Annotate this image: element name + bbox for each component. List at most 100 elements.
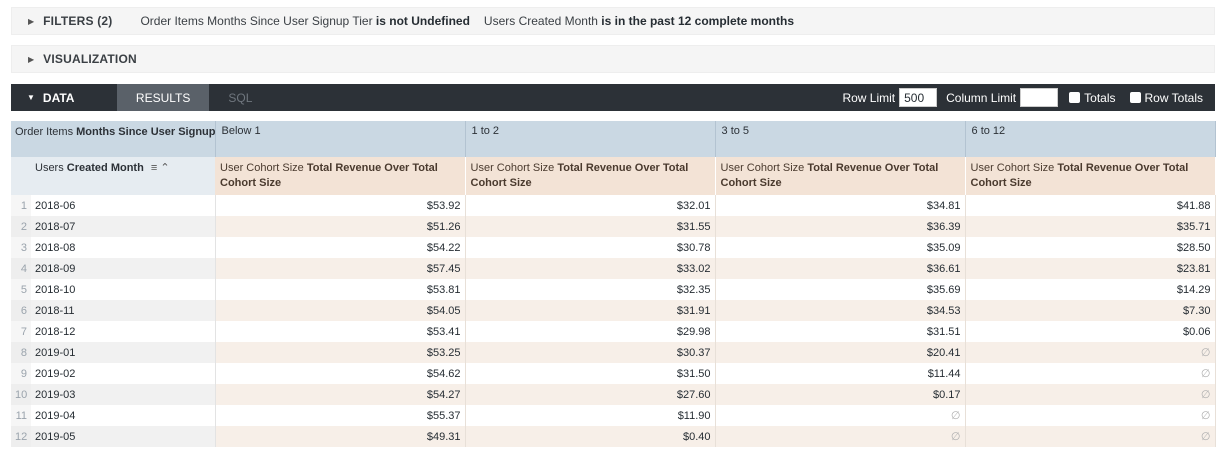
null-cell[interactable]: ∅ <box>965 384 1216 405</box>
created-month-cell[interactable]: 2018-10 <box>31 279 216 300</box>
filters-panel[interactable]: ▶ FILTERS (2) Order Items Months Since U… <box>11 7 1215 35</box>
tab-sql[interactable]: SQL <box>209 84 271 111</box>
row-number: 7 <box>11 321 31 342</box>
created-month-cell[interactable]: 2018-07 <box>31 216 216 237</box>
table-row: 6 2018-11 $54.05 $31.91 $34.53 $7.30 <box>11 300 1216 321</box>
revenue-cell[interactable]: $7.30 <box>965 300 1216 321</box>
revenue-cell[interactable]: $54.27 <box>215 384 466 405</box>
revenue-cell[interactable]: $53.25 <box>215 342 466 363</box>
measure-header[interactable]: User Cohort Size Total Revenue Over Tota… <box>465 157 716 195</box>
revenue-cell[interactable]: $34.53 <box>715 300 966 321</box>
totals-checkbox[interactable] <box>1069 92 1081 103</box>
revenue-cell[interactable]: $54.22 <box>215 237 466 258</box>
null-cell[interactable]: ∅ <box>965 363 1216 384</box>
revenue-cell[interactable]: $30.78 <box>465 237 716 258</box>
null-cell[interactable]: ∅ <box>965 342 1216 363</box>
revenue-cell[interactable]: $33.02 <box>465 258 716 279</box>
revenue-cell[interactable]: $34.81 <box>715 195 966 216</box>
table-row: 8 2019-01 $53.25 $30.37 $20.41 ∅ <box>11 342 1216 363</box>
null-cell[interactable]: ∅ <box>965 426 1216 447</box>
caret-right-icon[interactable]: ▶ <box>28 17 34 26</box>
revenue-cell[interactable]: $14.29 <box>965 279 1216 300</box>
revenue-cell[interactable]: $55.37 <box>215 405 466 426</box>
revenue-cell[interactable]: $35.69 <box>715 279 966 300</box>
row-totals-checkbox[interactable] <box>1129 92 1141 103</box>
measure-header[interactable]: User Cohort Size Total Revenue Over Tota… <box>215 157 466 195</box>
revenue-cell[interactable]: $31.91 <box>465 300 716 321</box>
caret-right-icon[interactable]: ▶ <box>28 55 34 64</box>
revenue-cell[interactable]: $35.71 <box>965 216 1216 237</box>
pivot-value[interactable]: 1 to 2 <box>465 121 716 157</box>
visualization-title[interactable]: VISUALIZATION <box>43 52 137 66</box>
row-number-header <box>11 157 31 195</box>
null-cell[interactable]: ∅ <box>715 426 966 447</box>
revenue-cell[interactable]: $36.39 <box>715 216 966 237</box>
created-month-cell[interactable]: 2018-09 <box>31 258 216 279</box>
revenue-cell[interactable]: $32.01 <box>465 195 716 216</box>
revenue-cell[interactable]: $0.06 <box>965 321 1216 342</box>
pivot-label-prefix: Order Items <box>15 126 74 138</box>
pivot-value[interactable]: Below 1 <box>215 121 466 157</box>
row-limit-label: Row Limit <box>842 90 896 105</box>
dimension-header[interactable]: Users Created Month ≡ ⌃ <box>31 157 216 195</box>
revenue-cell[interactable]: $57.45 <box>215 258 466 279</box>
created-month-cell[interactable]: 2019-04 <box>31 405 216 426</box>
revenue-cell[interactable]: $29.98 <box>465 321 716 342</box>
sort-icon[interactable]: ≡ ⌃ <box>151 162 170 174</box>
data-title[interactable]: DATA <box>43 91 117 105</box>
revenue-cell[interactable]: $31.55 <box>465 216 716 237</box>
revenue-cell[interactable]: $23.81 <box>965 258 1216 279</box>
measure-header[interactable]: User Cohort Size Total Revenue Over Tota… <box>715 157 966 195</box>
revenue-cell[interactable]: $0.17 <box>715 384 966 405</box>
tab-results[interactable]: RESULTS <box>116 84 210 111</box>
created-month-cell[interactable]: 2018-11 <box>31 300 216 321</box>
revenue-cell[interactable]: $49.31 <box>215 426 466 447</box>
pivot-label[interactable]: Order Items Months Since User Signup Tie… <box>11 121 216 157</box>
column-limit-input[interactable] <box>1020 88 1059 107</box>
visualization-panel[interactable]: ▶ VISUALIZATION <box>11 45 1215 73</box>
revenue-cell[interactable]: $53.81 <box>215 279 466 300</box>
revenue-cell[interactable]: $11.90 <box>465 405 716 426</box>
pivot-value[interactable]: 3 to 5 <box>715 121 966 157</box>
filter-summary-2: Users Created Month is in the past 12 co… <box>484 14 794 28</box>
revenue-cell[interactable]: $11.44 <box>715 363 966 384</box>
revenue-cell[interactable]: $41.88 <box>965 195 1216 216</box>
revenue-cell[interactable]: $51.26 <box>215 216 466 237</box>
created-month-cell[interactable]: 2018-08 <box>31 237 216 258</box>
revenue-cell[interactable]: $28.50 <box>965 237 1216 258</box>
revenue-cell[interactable]: $54.05 <box>215 300 466 321</box>
filters-title[interactable]: FILTERS (2) <box>43 14 112 28</box>
revenue-cell[interactable]: $53.92 <box>215 195 466 216</box>
revenue-cell[interactable]: $30.37 <box>465 342 716 363</box>
created-month-cell[interactable]: 2019-05 <box>31 426 216 447</box>
table-row: 2 2018-07 $51.26 $31.55 $36.39 $35.71 <box>11 216 1216 237</box>
caret-down-icon[interactable]: ▼ <box>27 93 35 102</box>
revenue-cell[interactable]: $0.40 <box>465 426 716 447</box>
revenue-cell[interactable]: $36.61 <box>715 258 966 279</box>
created-month-cell[interactable]: 2019-02 <box>31 363 216 384</box>
row-totals-label[interactable]: Row Totals <box>1145 91 1203 105</box>
revenue-cell[interactable]: $31.50 <box>465 363 716 384</box>
revenue-cell[interactable]: $54.62 <box>215 363 466 384</box>
created-month-cell[interactable]: 2018-12 <box>31 321 216 342</box>
null-cell[interactable]: ∅ <box>715 405 966 426</box>
measure-header[interactable]: User Cohort Size Total Revenue Over Tota… <box>965 157 1216 195</box>
revenue-cell[interactable]: $53.41 <box>215 321 466 342</box>
filter-condition: is in the past 12 complete months <box>601 14 795 28</box>
row-limit-input[interactable]: 500 <box>899 88 938 107</box>
created-month-cell[interactable]: 2018-06 <box>31 195 216 216</box>
pivot-value[interactable]: 6 to 12 <box>965 121 1216 157</box>
revenue-cell[interactable]: $27.60 <box>465 384 716 405</box>
revenue-cell[interactable]: $32.35 <box>465 279 716 300</box>
totals-label[interactable]: Totals <box>1084 91 1115 105</box>
revenue-cell[interactable]: $35.09 <box>715 237 966 258</box>
table-row: 9 2019-02 $54.62 $31.50 $11.44 ∅ <box>11 363 1216 384</box>
row-number: 8 <box>11 342 31 363</box>
null-cell[interactable]: ∅ <box>965 405 1216 426</box>
row-number: 9 <box>11 363 31 384</box>
revenue-cell[interactable]: $20.41 <box>715 342 966 363</box>
revenue-cell[interactable]: $31.51 <box>715 321 966 342</box>
created-month-cell[interactable]: 2019-01 <box>31 342 216 363</box>
row-number: 11 <box>11 405 31 426</box>
created-month-cell[interactable]: 2019-03 <box>31 384 216 405</box>
